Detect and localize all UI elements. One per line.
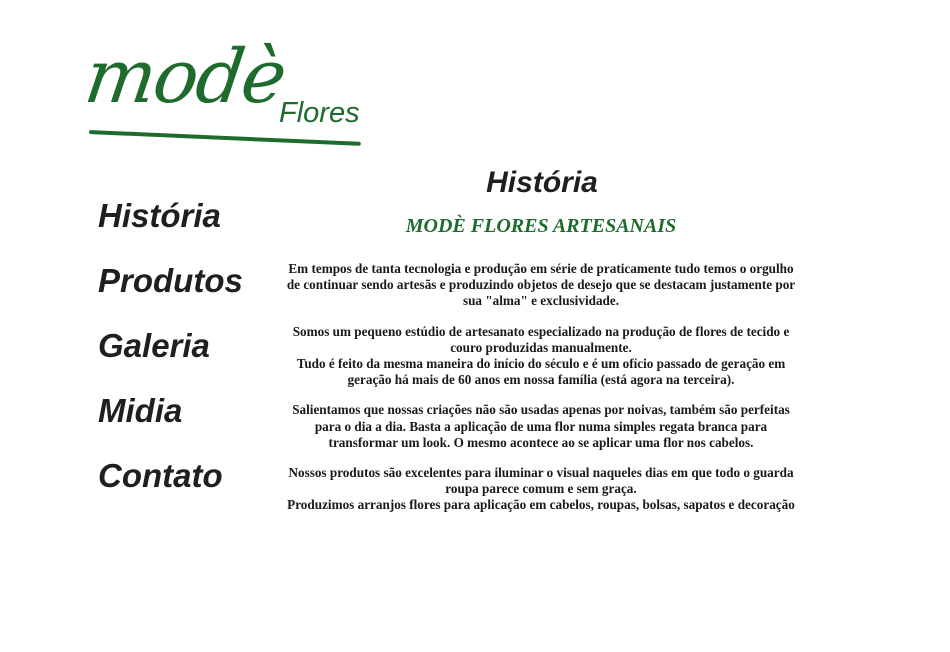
nav-item-historia[interactable]: História — [98, 196, 243, 261]
paragraph-products: Nossos produtos são excelentes para ilum… — [282, 465, 800, 514]
paragraph-line: Produzimos arranjos flores para aplicaçã… — [287, 497, 795, 513]
nav-item-galeria[interactable]: Galeria — [98, 326, 243, 391]
paragraph-line: Em tempos de tanta tecnologia e produção… — [286, 261, 796, 309]
nav-item-produtos[interactable]: Produtos — [98, 261, 243, 326]
paragraph-usage: Salientamos que nossas criações não são … — [282, 402, 800, 451]
paragraph-line: Nossos produtos são excelentes para ilum… — [288, 465, 794, 497]
logo-subtitle: Flores — [279, 97, 360, 129]
logo-wordmark: modè — [79, 34, 290, 120]
page-subtitle: MODÈ FLORES ARTESANAIS — [405, 215, 677, 237]
history-text: Em tempos de tanta tecnologia e produção… — [282, 261, 800, 514]
brand-logo[interactable]: modè Flores — [80, 34, 376, 150]
main-content: História MODÈ FLORES ARTESANAIS Em tempo… — [282, 164, 800, 528]
paragraph-studio: Somos um pequeno estúdio de artesanato e… — [282, 324, 800, 389]
paragraph-line: Tudo é feito da mesma maneira do início … — [296, 356, 786, 388]
nav-list: História Produtos Galeria Midia Contato — [98, 196, 243, 521]
nav-item-contato[interactable]: Contato — [98, 456, 243, 521]
nav-item-midia[interactable]: Midia — [98, 391, 243, 456]
page-title: História — [486, 166, 598, 199]
paragraph-intro: Em tempos de tanta tecnologia e produção… — [282, 261, 800, 310]
paragraph-line: Somos um pequeno estúdio de artesanato e… — [292, 323, 790, 355]
logo-underline — [88, 130, 361, 146]
paragraph-line: Salientamos que nossas criações não são … — [292, 402, 790, 450]
